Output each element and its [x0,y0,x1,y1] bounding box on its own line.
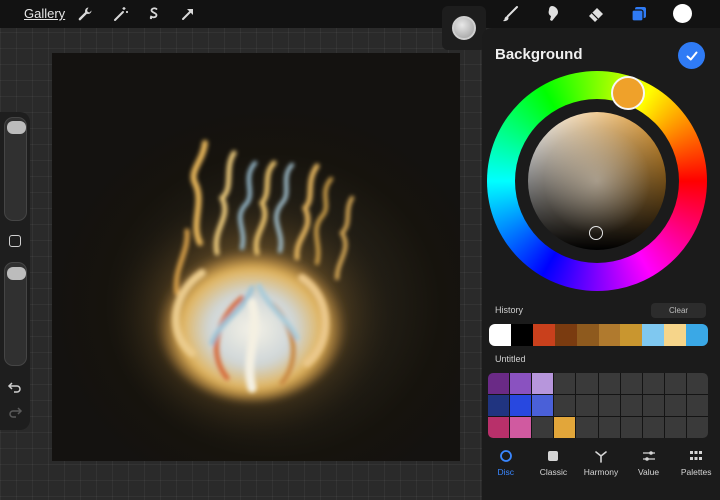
drawing-canvas[interactable] [52,53,460,461]
history-swatch[interactable] [620,324,643,346]
tab-label: Harmony [583,467,619,477]
history-swatch[interactable] [510,324,533,346]
palette-swatch[interactable] [554,395,576,416]
panel-title: Background [495,46,583,63]
palette-swatch[interactable] [686,417,708,438]
opacity-slider-thumb[interactable] [7,267,26,280]
history-label: History [495,305,524,315]
opacity-slider[interactable] [4,262,27,366]
palette-swatch[interactable] [576,417,598,438]
transform-arrow-icon[interactable] [178,4,198,24]
palette-swatch[interactable] [576,395,598,416]
palette-swatch[interactable] [620,417,642,438]
palette-swatch[interactable] [686,395,708,416]
history-swatches [489,324,708,346]
brush-icon[interactable] [500,4,520,24]
smudge-icon[interactable] [543,4,563,24]
history-swatch[interactable] [686,324,708,346]
history-swatch[interactable] [489,324,511,346]
palette-swatch[interactable] [488,417,510,438]
palette-swatch[interactable] [488,373,510,394]
hue-handle[interactable] [611,76,645,110]
disc-icon [499,449,513,463]
grid-icon [689,449,703,463]
palette-swatch[interactable] [642,417,664,438]
color-panel: Background History Clear Untitled Disc C… [482,28,720,500]
undo-icon[interactable] [7,379,23,395]
eraser-icon[interactable] [586,4,606,24]
square-icon [546,449,560,463]
palette-swatch[interactable] [532,417,554,438]
history-swatch[interactable] [532,324,555,346]
tab-label: Value [638,467,660,477]
palette-swatch[interactable] [598,373,620,394]
palette-swatch[interactable] [488,395,510,416]
palette-swatch[interactable] [664,395,686,416]
layers-icon[interactable] [629,4,649,24]
selection-icon[interactable] [144,4,164,24]
brush-size-slider-thumb[interactable] [7,121,26,134]
tab-palettes[interactable]: Palettes [672,446,720,500]
history-swatch[interactable] [664,324,687,346]
done-button[interactable] [678,42,705,69]
palette-swatch[interactable] [554,417,576,438]
history-swatch[interactable] [576,324,599,346]
palette-swatch[interactable] [532,373,554,394]
brush-size-slider[interactable] [4,117,27,221]
palette-swatch[interactable] [554,373,576,394]
palette-swatch[interactable] [532,395,554,416]
saturation-handle[interactable] [589,226,603,240]
left-sidebar [0,112,30,430]
palette-swatch[interactable] [576,373,598,394]
brush-size-indicator[interactable] [442,6,486,50]
palette-swatch[interactable] [642,395,664,416]
clear-history-button[interactable]: Clear [651,303,706,318]
tab-label: Disc [497,467,515,477]
modify-button[interactable] [9,235,21,247]
sliders-icon [642,449,656,463]
gallery-link[interactable]: Gallery [24,6,65,21]
color-mode-tabs: Disc Classic Harmony Value Palettes [482,446,720,500]
wrench-icon[interactable] [75,4,95,24]
palette-swatch[interactable] [598,417,620,438]
history-swatch[interactable] [598,324,621,346]
palette-swatch[interactable] [686,373,708,394]
tab-label: Classic [539,467,568,477]
palette-swatch[interactable] [620,373,642,394]
harmony-icon [594,449,608,463]
fire-artwork [102,140,402,453]
history-swatch[interactable] [554,324,577,346]
history-swatch[interactable] [642,324,665,346]
palette-swatch[interactable] [598,395,620,416]
tab-label: Palettes [680,467,712,477]
palette-swatch[interactable] [510,373,532,394]
palette-swatch[interactable] [510,417,532,438]
redo-icon[interactable] [7,404,23,420]
tab-classic[interactable]: Classic [530,446,578,500]
palette-swatch[interactable] [664,417,686,438]
checkmark-icon [686,51,697,60]
palette-grid [488,373,708,438]
palette-swatch[interactable] [664,373,686,394]
top-toolbar: Gallery [0,0,720,28]
magic-wand-icon[interactable] [111,4,131,24]
current-color-swatch[interactable] [673,4,692,23]
brush-size-knob[interactable] [452,16,476,40]
palette-name: Untitled [495,354,526,364]
tab-harmony[interactable]: Harmony [577,446,625,500]
palette-swatch[interactable] [510,395,532,416]
palette-swatch[interactable] [642,373,664,394]
tab-value[interactable]: Value [625,446,673,500]
tab-disc[interactable]: Disc [482,446,530,500]
palette-swatch[interactable] [620,395,642,416]
